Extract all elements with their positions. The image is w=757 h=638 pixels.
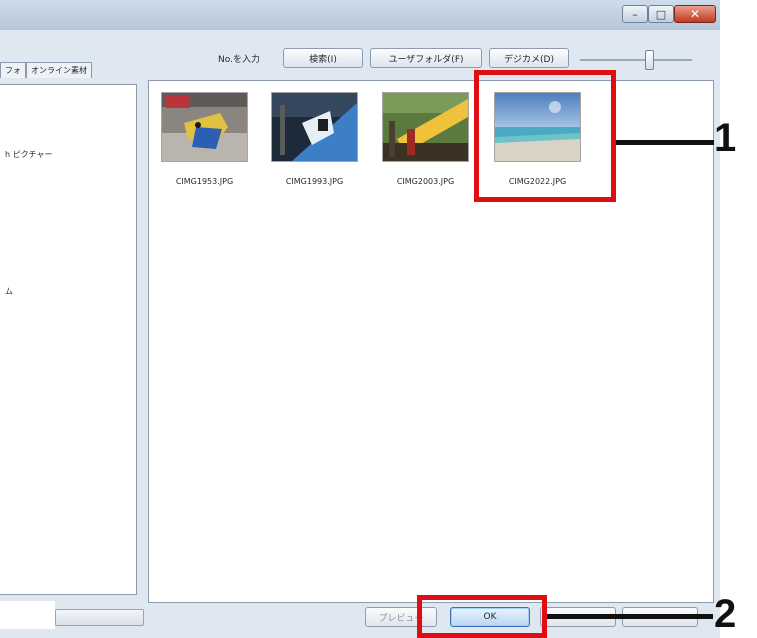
photo-boat-icon xyxy=(272,93,357,161)
minimize-icon: – xyxy=(632,7,638,21)
callout-number-1: 1 xyxy=(714,116,737,160)
thumbnail-image[interactable] xyxy=(271,92,358,162)
digital-camera-button[interactable]: デジカメ(D) xyxy=(489,48,569,68)
thumbnail-filename: CIMG2003.JPG xyxy=(396,177,455,186)
title-bar: – □ ✕ xyxy=(0,0,720,30)
zoom-slider-handle[interactable] xyxy=(645,50,654,70)
close-icon: ✕ xyxy=(689,7,701,21)
highlight-box-thumbnail xyxy=(474,70,616,202)
thumbnail-image[interactable] xyxy=(382,92,469,162)
zoom-slider-track[interactable] xyxy=(580,59,692,61)
tree-item-album[interactable]: ム xyxy=(5,286,13,297)
tab-folder[interactable]: フォ xyxy=(0,62,26,78)
thumbnail-filename: CIMG1953.JPG xyxy=(175,177,234,186)
maximize-button[interactable]: □ xyxy=(648,5,674,23)
maximize-icon: □ xyxy=(655,7,667,21)
minimize-button[interactable]: – xyxy=(622,5,648,23)
callout-leader-line xyxy=(616,140,714,145)
photo-playground-icon xyxy=(383,93,468,161)
folder-tree[interactable]: h ピクチャー ム xyxy=(0,84,137,595)
tab-online-material[interactable]: オンライン素材 xyxy=(26,62,92,78)
tree-item-pictures[interactable]: h ピクチャー xyxy=(5,149,53,160)
thumbnail-filename: CIMG1993.JPG xyxy=(285,177,344,186)
thumbnail-image[interactable] xyxy=(161,92,248,162)
left-bottom-button[interactable] xyxy=(55,609,144,626)
close-button[interactable]: ✕ xyxy=(674,5,716,23)
callout-number-2: 2 xyxy=(714,592,737,636)
left-tab-strip: フォ オンライン素材 xyxy=(0,62,92,78)
left-bottom-blank xyxy=(0,601,55,629)
photo-fish-toy-icon xyxy=(162,93,247,161)
highlight-box-ok xyxy=(417,595,547,638)
user-folder-button[interactable]: ユーザフォルダ(F) xyxy=(370,48,482,68)
search-button[interactable]: 検索(I) xyxy=(283,48,363,68)
callout-leader-line xyxy=(547,614,713,619)
number-input-label: No.を入力 xyxy=(218,54,260,65)
